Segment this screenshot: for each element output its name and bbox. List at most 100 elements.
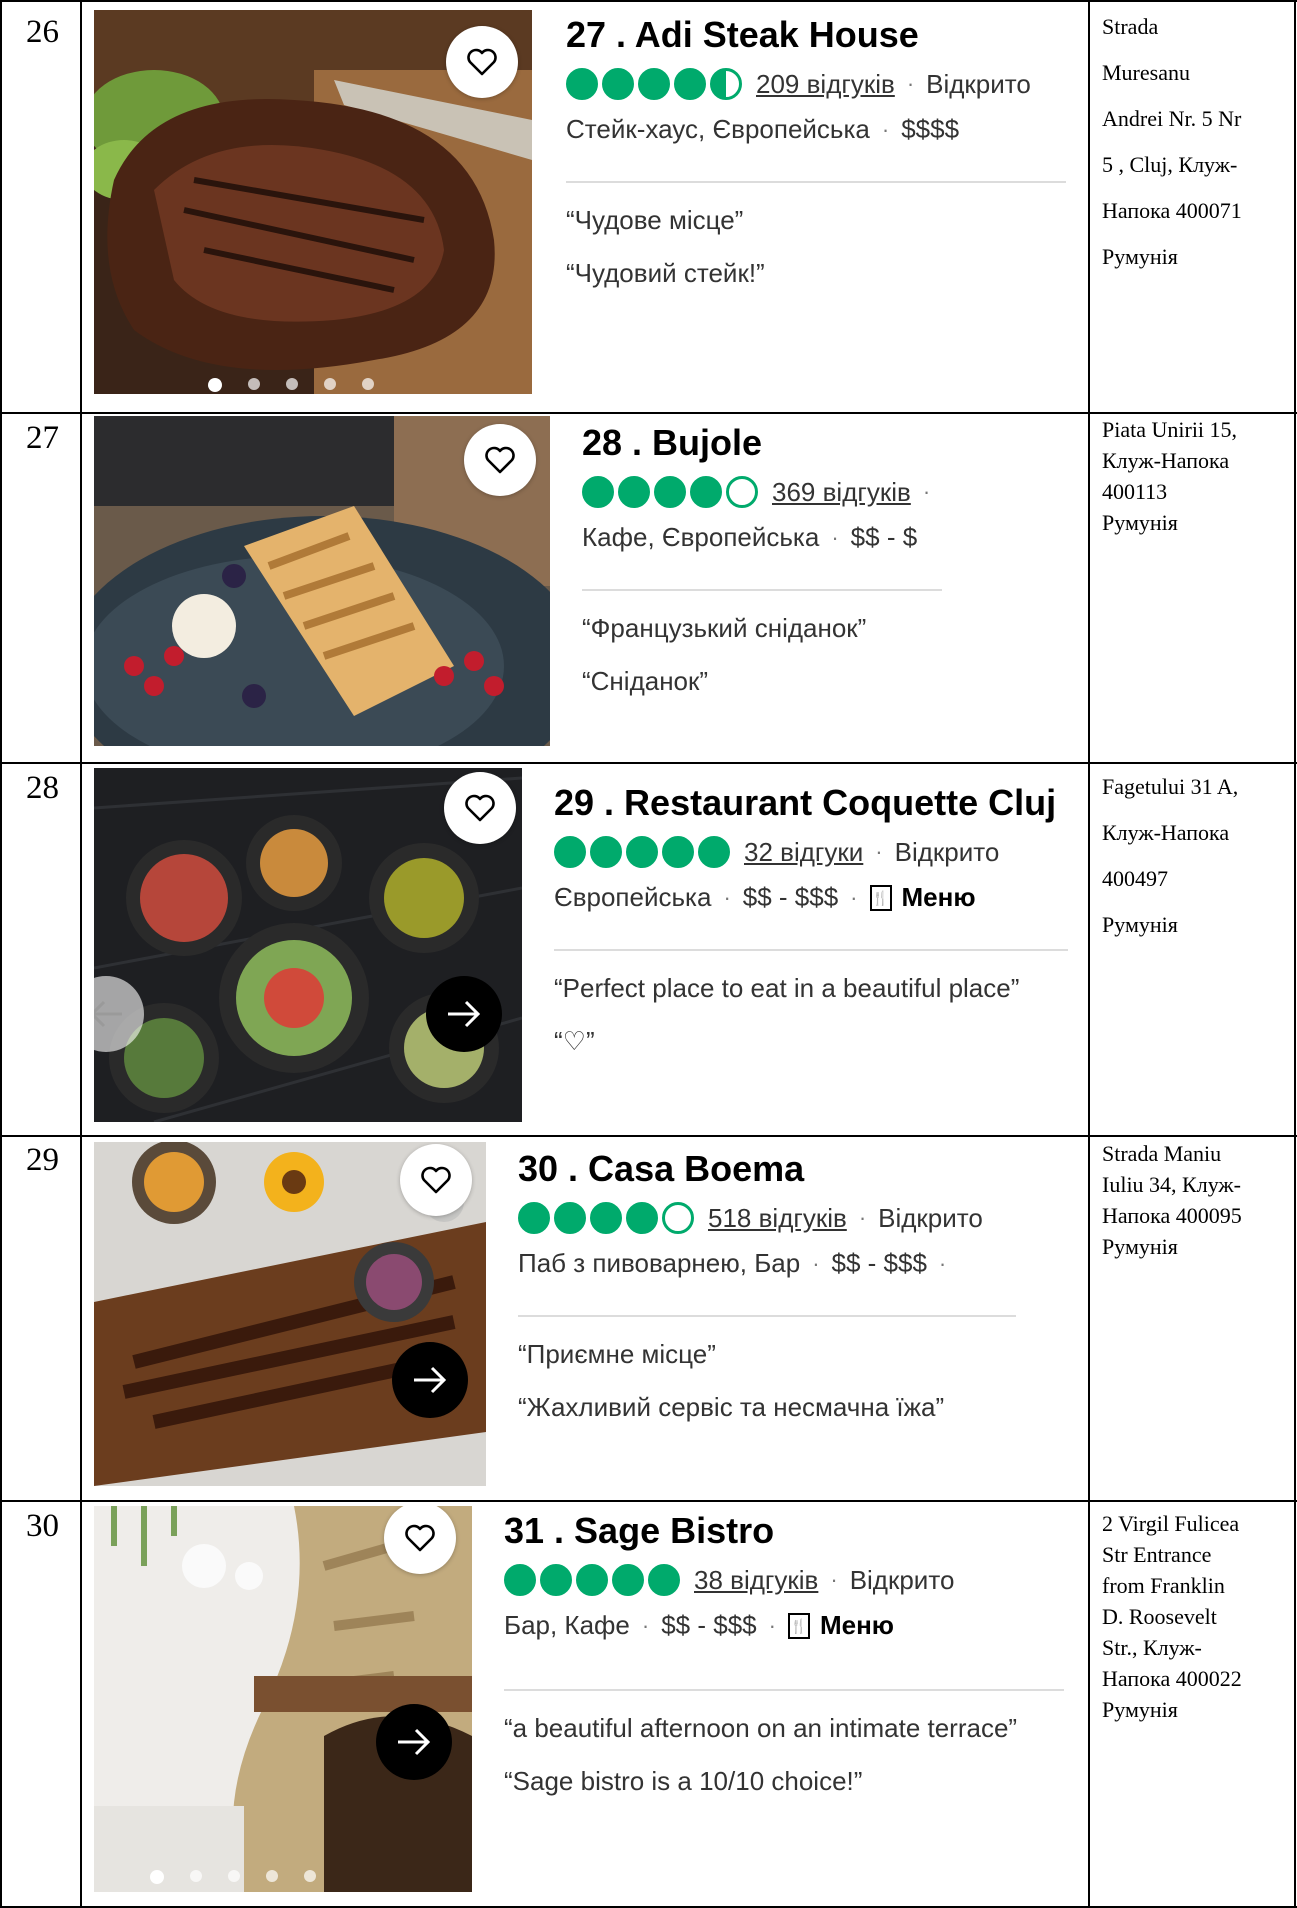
cuisine-text: Європейська [554,882,712,912]
rating-bubble [518,1202,550,1234]
carousel-next-button[interactable] [392,1342,468,1418]
rating-row: 32 відгуки · Відкрито [554,836,1074,868]
review-quote[interactable]: “Французький сніданок” [582,613,944,644]
review-quote[interactable]: “♡” [554,1026,1074,1057]
rating-bubbles [504,1564,680,1596]
restaurant-photo[interactable] [94,768,522,1122]
rating-bubble [674,68,706,100]
address-line: 400497 [1102,866,1168,891]
address-line: Клуж-Напока [1102,448,1230,473]
review-quote[interactable]: “Чудовий стейк!” [566,258,1066,289]
rating-bubble [590,1202,622,1234]
carousel-dot[interactable] [286,378,298,390]
favorite-button[interactable] [464,424,536,496]
review-quote[interactable]: “a beautiful afternoon on an intimate te… [504,1713,1074,1744]
favorite-button[interactable] [400,1144,472,1216]
restaurant-title[interactable]: 27 . Adi Steak House [566,14,1066,56]
carousel-dot[interactable] [190,1870,202,1882]
review-quote[interactable]: “Сніданок” [582,666,944,697]
rating-bubble [638,68,670,100]
restaurant-photo[interactable] [94,1142,486,1486]
review-quote[interactable]: “Приємне місце” [518,1339,1018,1370]
address-line: Напока 400071 [1102,198,1242,223]
carousel-dot[interactable] [208,378,222,392]
restaurant-photo[interactable] [94,1506,472,1892]
carousel-dot[interactable] [248,378,260,390]
carousel-dot[interactable] [150,1870,164,1884]
restaurant-title[interactable]: 30 . Casa Boema [518,1148,1018,1190]
rating-bubble [566,68,598,100]
address-line: Strada Maniu [1102,1141,1222,1166]
carousel-dot[interactable] [304,1870,316,1882]
rating-bubble [582,476,614,508]
favorite-button[interactable] [444,772,516,844]
rating-bubble [554,836,586,868]
address-line: Румунія [1102,1234,1178,1259]
address-cell: Piata Unirii 15, Клуж-Напока 400113 Руму… [1102,414,1280,538]
row-number: 27 [26,420,59,456]
carousel-dot[interactable] [266,1870,278,1882]
reviews-link[interactable]: 38 відгуків [694,1565,818,1596]
address-cell: Strada Maniu Iuliu 34, Клуж- Напока 4000… [1102,1138,1280,1262]
review-quote[interactable]: “Perfect place to eat in a beautiful pla… [554,973,1074,1004]
restaurant-title[interactable]: 31 . Sage Bistro [504,1510,1074,1552]
rating-bubble [710,68,742,100]
open-status: · [922,479,931,504]
restaurant-photo[interactable] [94,10,532,394]
rating-row: 38 відгуків · Відкрито [504,1564,1074,1596]
arrow-left-icon [94,1000,122,1028]
favorite-button[interactable] [446,26,518,98]
open-status: Відкрито [878,1202,983,1233]
review-quote[interactable]: “Sage bistro is a 10/10 choice!” [504,1766,1074,1797]
carousel-dot[interactable] [324,378,336,390]
meta-row: Бар, Кафе · $$ - $$$ · 🍴 Меню [504,1610,894,1641]
table-rule [1294,0,1296,1908]
carousel-dot[interactable] [362,378,374,390]
arrow-right-icon [448,1000,481,1028]
restaurant-title[interactable]: 28 . Bujole [582,422,944,464]
open-status: Відкрито [849,1564,955,1595]
table-rule [1088,0,1090,1908]
address-line: Andrei Nr. 5 Nr [1102,106,1242,131]
rating-bubble [612,1564,644,1596]
row-number: 28 [26,770,59,806]
address-line: from Franklin [1102,1573,1225,1598]
menu-link[interactable]: 🍴 Меню [869,882,976,913]
address-line: Напока 400095 [1102,1203,1242,1228]
reviews-link[interactable]: 209 відгуків [756,69,895,100]
table-rule [0,1500,1297,1502]
address-line: Strada [1102,14,1159,39]
row-number: 30 [26,1508,59,1544]
rating-bubble [576,1564,608,1596]
rating-bubble [602,68,634,100]
row-number: 29 [26,1142,59,1178]
review-quote[interactable]: “Чудове місце” [566,205,1066,236]
reviews-link[interactable]: 369 відгуків [772,477,911,508]
address-line: 5 , Cluj, Клуж- [1102,152,1238,177]
address-line: D. Roosevelt [1102,1604,1217,1629]
carousel-next-button[interactable] [426,976,502,1052]
carousel-next-button[interactable] [376,1704,452,1780]
meta-row: Паб з пивоварнею, Бар · $$ - $$$ · [518,1248,947,1278]
rating-bubble [626,1202,658,1234]
restaurant-info: 29 . Restaurant Coquette Cluj 32 відгуки… [554,782,1074,1057]
rating-bubble [662,836,694,868]
rating-bubble [648,1564,680,1596]
restaurant-photo[interactable] [94,416,550,746]
reviews-link[interactable]: 518 відгуків [708,1203,847,1234]
carousel-dots [150,1870,316,1884]
cuisine-text: Бар, Кафе [504,1610,630,1640]
menu-icon: 🍴 [869,884,892,911]
heart-icon [421,1166,451,1194]
address-cell: Strada Muresanu Andrei Nr. 5 Nr 5 , Cluj… [1102,4,1280,280]
rating-bubble [590,836,622,868]
restaurant-title[interactable]: 29 . Restaurant Coquette Cluj [554,782,1074,824]
menu-label: Меню [901,882,976,912]
carousel-dot[interactable] [228,1870,240,1882]
rating-bubble [698,836,730,868]
table-rule [0,0,2,1908]
review-quote[interactable]: “Жахливий сервіс та несмачна їжа” [518,1392,1018,1423]
reviews-link[interactable]: 32 відгуки [744,837,863,868]
menu-link[interactable]: 🍴 Меню [787,1610,894,1641]
cuisine-text: Паб з пивоварнею, Бар [518,1248,801,1278]
